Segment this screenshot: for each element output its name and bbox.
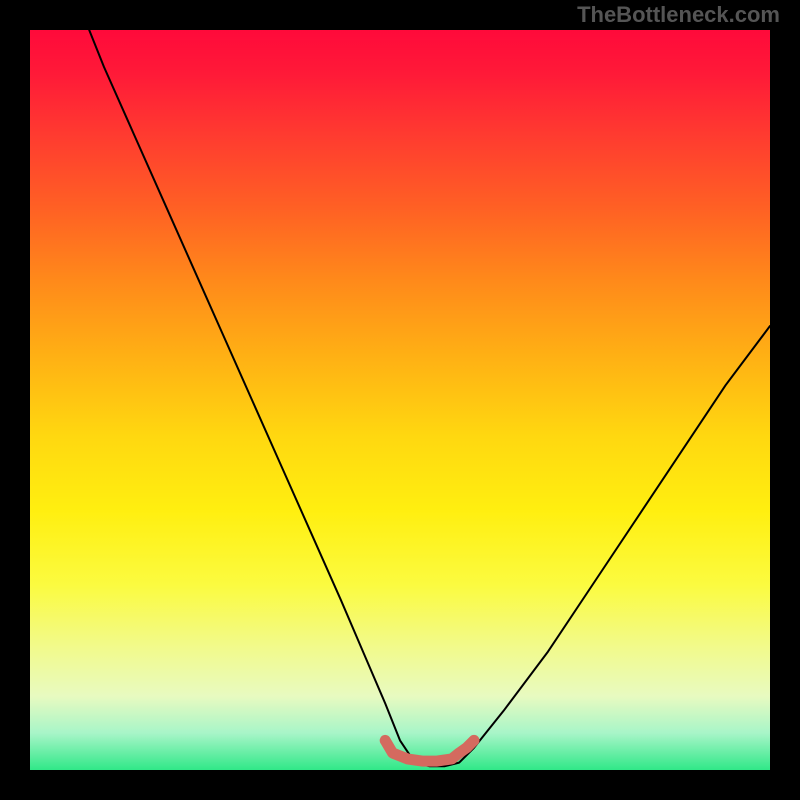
watermark-text: TheBottleneck.com	[577, 2, 780, 28]
bottleneck-curve-line	[89, 30, 770, 766]
curve-svg	[30, 30, 770, 770]
chart-container: TheBottleneck.com	[0, 0, 800, 800]
optimal-zone-marker-line	[385, 740, 474, 761]
plot-area	[30, 30, 770, 770]
